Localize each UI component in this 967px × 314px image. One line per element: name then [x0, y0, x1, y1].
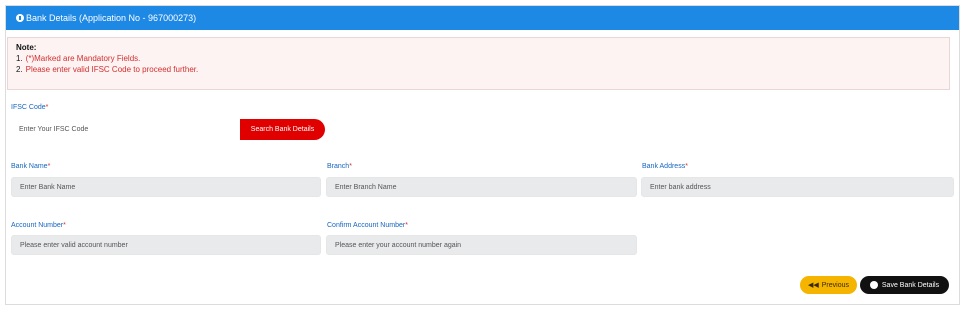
- ifsc-input-placeholder: Enter Your IFSC Code: [19, 125, 89, 133]
- required-marker: *: [45, 104, 49, 111]
- note-item-text: Please enter valid IFSC Code to proceed …: [25, 65, 199, 74]
- note-item-text: (*)Marked are Mandatory Fields.: [25, 54, 141, 63]
- bank-address-placeholder: Enter bank address: [650, 183, 711, 191]
- bank-address-label: Bank Address*: [642, 163, 688, 170]
- branch-input[interactable]: Enter Branch Name: [326, 177, 637, 197]
- required-marker: *: [47, 163, 51, 170]
- circle-check-icon: [869, 281, 878, 289]
- note-item-number: 2.: [16, 65, 23, 74]
- save-button-label: Save Bank Details: [881, 281, 940, 289]
- previous-button-label: Previous: [821, 281, 849, 289]
- note-box: Note: 1. (*)Marked are Mandatory Fields. …: [7, 37, 950, 90]
- account-number-label: Account Number*: [11, 222, 66, 229]
- double-left-arrow-icon: ◀◀: [807, 282, 819, 289]
- note-item-number: 1.: [16, 54, 23, 63]
- note-item: 1. (*)Marked are Mandatory Fields.: [16, 53, 941, 64]
- required-marker: *: [685, 163, 688, 170]
- panel-title: Bank Details (Application No - 967000273…: [26, 13, 197, 23]
- info-icon: [16, 14, 24, 22]
- ifsc-input[interactable]: Enter Your IFSC Code: [11, 119, 241, 139]
- search-bank-details-button[interactable]: Search Bank Details: [240, 119, 325, 140]
- account-number-placeholder: Please enter valid account number: [20, 241, 128, 249]
- confirm-account-number-placeholder: Please enter your account number again: [335, 241, 462, 249]
- bank-address-label-text: Bank Address: [642, 163, 686, 170]
- ifsc-label: IFSC Code*: [11, 104, 48, 111]
- account-number-label-text: Account Number: [11, 222, 64, 229]
- branch-placeholder: Enter Branch Name: [335, 183, 397, 191]
- note-title: Note:: [16, 43, 37, 52]
- panel-header: Bank Details (Application No - 967000273…: [6, 6, 959, 30]
- account-number-input[interactable]: Please enter valid account number: [11, 235, 321, 255]
- confirm-account-number-label: Confirm Account Number*: [327, 222, 408, 229]
- bank-name-label: Bank Name*: [11, 163, 50, 170]
- note-item: 2. Please enter valid IFSC Code to procee…: [16, 64, 941, 75]
- branch-label-text: Branch: [327, 163, 350, 170]
- save-bank-details-button[interactable]: Save Bank Details: [860, 276, 949, 294]
- required-marker: *: [405, 222, 408, 229]
- branch-label: Branch*: [327, 163, 352, 170]
- required-marker: *: [63, 222, 66, 229]
- previous-button[interactable]: ◀◀ Previous: [800, 276, 857, 294]
- required-marker: *: [349, 163, 352, 170]
- ifsc-label-text: IFSC Code: [11, 104, 46, 111]
- bank-name-placeholder: Enter Bank Name: [20, 183, 76, 191]
- confirm-account-number-input[interactable]: Please enter your account number again: [326, 235, 637, 255]
- bank-name-input[interactable]: Enter Bank Name: [11, 177, 321, 197]
- bank-address-input[interactable]: Enter bank address: [641, 177, 954, 197]
- confirm-account-number-label-text: Confirm Account Number: [327, 222, 406, 229]
- bank-name-label-text: Bank Name: [11, 163, 48, 170]
